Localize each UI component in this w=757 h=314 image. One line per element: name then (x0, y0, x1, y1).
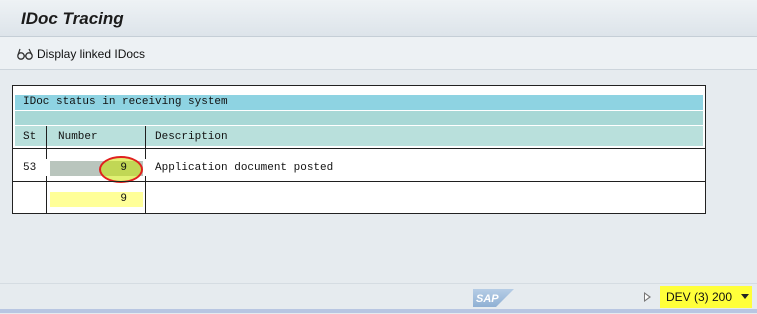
table-toolbar-row (15, 111, 703, 125)
table-caption-text: IDoc status in receiving system (23, 96, 228, 108)
total-number: 9 (120, 193, 127, 205)
glasses-icon (16, 47, 34, 61)
application-toolbar: Display linked IDocs (0, 37, 757, 70)
system-info-field[interactable]: DEV (3) 200 (660, 286, 752, 308)
sap-logo: SAP (473, 289, 514, 307)
idoc-status-table: IDoc status in receiving system St Numbe… (12, 85, 706, 214)
table-header-row (15, 126, 703, 146)
bottom-strip (0, 309, 757, 313)
column-header-description[interactable]: Description (155, 131, 228, 143)
column-header-status[interactable]: St (23, 131, 36, 143)
table-caption: IDoc status in receiving system (15, 95, 703, 110)
window-title: IDoc Tracing (21, 9, 124, 28)
row-description[interactable]: Application document posted (155, 162, 333, 174)
column-header-number[interactable]: Number (58, 131, 98, 143)
row-number[interactable]: 9 (111, 162, 127, 174)
total-cell (50, 192, 143, 207)
display-linked-idocs-button[interactable]: Display linked IDocs (16, 45, 145, 63)
system-info-text: DEV (3) 200 (666, 290, 733, 304)
play-triangle-icon[interactable] (644, 292, 651, 302)
row-divider (13, 148, 705, 149)
display-linked-idocs-label: Display linked IDocs (37, 47, 146, 61)
caret-down-icon[interactable] (741, 294, 749, 299)
row-status[interactable]: 53 (23, 162, 36, 174)
row-divider (13, 181, 705, 182)
sap-logo-text: SAP (476, 293, 499, 305)
title-bar: IDoc Tracing (0, 0, 757, 37)
